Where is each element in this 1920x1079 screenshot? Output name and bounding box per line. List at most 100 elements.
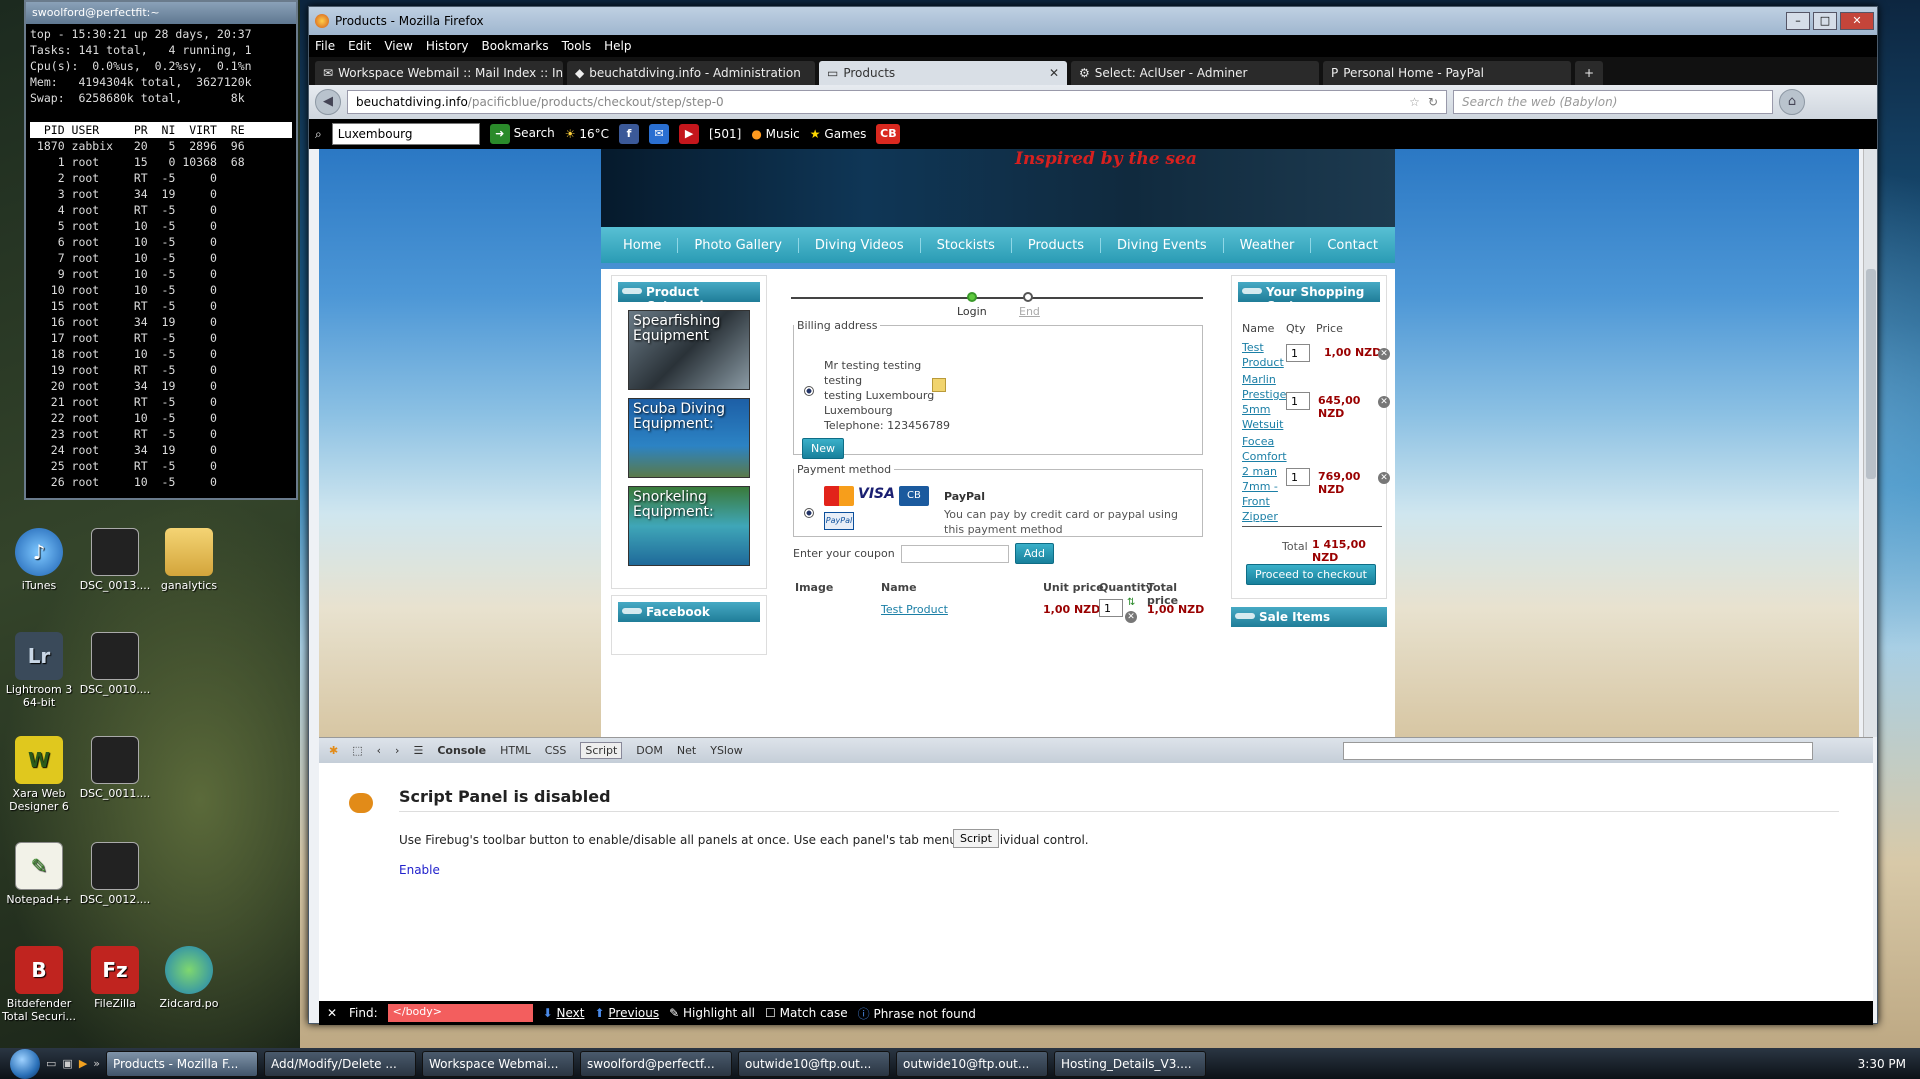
nav-stockists[interactable]: Stockists: [921, 237, 1012, 253]
cart-qty-input[interactable]: 1: [1286, 344, 1310, 362]
proceed-to-checkout-button[interactable]: Proceed to checkout: [1246, 564, 1376, 585]
firebug-tab-script[interactable]: Script: [580, 742, 623, 759]
edit-address-icon[interactable]: [932, 378, 946, 392]
mail-icon[interactable]: ✉: [649, 124, 670, 144]
remove-item-icon[interactable]: ✕: [1378, 396, 1390, 408]
taskbar-item-ftp-1[interactable]: outwide10@ftp.out...: [738, 1050, 891, 1077]
firebug-icon[interactable]: ✱: [329, 744, 338, 757]
nav-diving-events[interactable]: Diving Events: [1101, 237, 1224, 253]
desktop-icon-filezilla[interactable]: Fz FileZilla: [76, 946, 154, 1010]
add-coupon-button[interactable]: Add: [1014, 543, 1054, 564]
reload-icon[interactable]: ↻: [1428, 95, 1438, 109]
nav-diving-videos[interactable]: Diving Videos: [799, 237, 921, 253]
start-button[interactable]: [10, 1048, 40, 1079]
category-scuba[interactable]: Scuba Diving Equipment:: [628, 398, 750, 478]
desktop-icon-notepadpp[interactable]: ✎ Notepad++: [0, 842, 78, 906]
match-case-checkbox[interactable]: ☐ Match case: [765, 1006, 848, 1020]
media-icon[interactable]: ▶: [79, 1057, 87, 1070]
menu-edit[interactable]: Edit: [348, 39, 371, 53]
cart-item-link[interactable]: Test Product: [1242, 340, 1284, 370]
billing-radio[interactable]: [804, 386, 814, 396]
firefox-window[interactable]: Products - Mozilla Firefox – □ ✕ File Ed…: [308, 6, 1878, 1025]
facebook-icon[interactable]: f: [619, 124, 640, 144]
desktop-icon-dsc-0012[interactable]: DSC_0012....: [76, 842, 154, 906]
maximize-button[interactable]: □: [1813, 12, 1837, 30]
forward-icon[interactable]: ›: [395, 744, 399, 757]
system-clock[interactable]: 3:30 PM: [1858, 1057, 1906, 1071]
taskbar-item-add-modify[interactable]: Add/Modify/Delete ...: [264, 1050, 417, 1077]
games-button[interactable]: ★ Games: [810, 127, 867, 141]
desktop-icon-dsc-0010[interactable]: DSC_0010....: [76, 632, 154, 696]
tab-adminer[interactable]: ⚙ Select: AclUser - Adminer: [1071, 61, 1319, 85]
nav-home[interactable]: Home: [607, 237, 679, 253]
menu-tools[interactable]: Tools: [562, 39, 592, 53]
scrollbar-thumb[interactable]: [1866, 269, 1876, 479]
menu-file[interactable]: File: [315, 39, 335, 53]
quick-launch-icon[interactable]: ▣: [62, 1057, 72, 1070]
highlight-all-button[interactable]: ✎ Highlight all: [669, 1006, 755, 1020]
cart-qty-input[interactable]: 1: [1286, 468, 1310, 486]
magnifier-icon[interactable]: ⌕: [315, 127, 322, 142]
cb-icon[interactable]: CB: [876, 124, 901, 144]
new-address-button[interactable]: New: [802, 438, 844, 459]
quick-launch-more-icon[interactable]: »: [93, 1057, 100, 1070]
firebug-tab-html[interactable]: HTML: [500, 744, 531, 757]
show-desktop-icon[interactable]: ▭: [46, 1057, 56, 1070]
update-quantity-icon[interactable]: ⇅: [1127, 597, 1135, 608]
terminal-window[interactable]: swoolford@perfectfit:~ top - 15:30:21 up…: [24, 0, 298, 500]
weather-widget[interactable]: ☀ 16°C: [565, 127, 609, 141]
taskbar-item-firefox[interactable]: Products - Mozilla F...: [106, 1050, 259, 1077]
tab-administration[interactable]: ◆ beuchatdiving.info - Administration: [567, 61, 815, 85]
taskbar-item-hosting-details[interactable]: Hosting_Details_V3....: [1054, 1050, 1207, 1077]
tab-webmail[interactable]: ✉ Workspace Webmail :: Mail Index :: In..…: [315, 61, 563, 85]
menu-history[interactable]: History: [426, 39, 469, 53]
taskbar-item-webmail[interactable]: Workspace Webmai...: [422, 1050, 575, 1077]
remove-item-icon[interactable]: ✕: [1378, 348, 1390, 360]
url-bar[interactable]: beuchatdiving.info/pacificblue/products/…: [347, 90, 1447, 114]
web-search-input[interactable]: Search the web (Babylon): [1453, 90, 1773, 114]
find-input[interactable]: </body>: [387, 1004, 533, 1022]
youtube-icon[interactable]: ▶: [679, 124, 700, 144]
menu-bookmarks[interactable]: Bookmarks: [482, 39, 549, 53]
remove-row-icon[interactable]: ✕: [1125, 611, 1137, 623]
remove-item-icon[interactable]: ✕: [1378, 472, 1390, 484]
desktop-icon-ganalytics[interactable]: ganalytics: [150, 528, 228, 592]
toolbar-search-button[interactable]: ➜ Search: [489, 124, 555, 144]
desktop-icon-dsc-0011[interactable]: DSC_0011....: [76, 736, 154, 800]
desktop-icon-lightroom[interactable]: Lr Lightroom 3 64-bit: [0, 632, 78, 709]
cart-qty-input[interactable]: 1: [1286, 392, 1310, 410]
back-icon[interactable]: ‹: [377, 744, 381, 757]
payment-radio[interactable]: [804, 508, 814, 518]
location-select[interactable]: Luxembourg: [331, 123, 480, 145]
inspect-icon[interactable]: ⬚: [352, 744, 362, 757]
counter-widget[interactable]: [501]: [709, 127, 741, 141]
category-snorkeling[interactable]: Snorkeling Equipment:: [628, 486, 750, 566]
firebug-tab-yslow[interactable]: YSlow: [710, 744, 742, 757]
minimize-button[interactable]: –: [1786, 12, 1810, 30]
script-menu-button[interactable]: Script: [953, 829, 999, 848]
taskbar-item-ftp-2[interactable]: outwide10@ftp.out...: [896, 1050, 1049, 1077]
tab-products[interactable]: ▭ Products ✕: [819, 61, 1067, 85]
new-tab-button[interactable]: +: [1575, 61, 1603, 85]
coupon-input[interactable]: [900, 544, 1009, 563]
taskbar-item-terminal[interactable]: swoolford@perfectf...: [580, 1050, 733, 1077]
category-spearfishing[interactable]: Spearfishing Equipment: [628, 310, 750, 390]
nav-products[interactable]: Products: [1012, 237, 1102, 253]
nav-contact[interactable]: Contact: [1311, 238, 1394, 253]
firebug-tab-dom[interactable]: DOM: [636, 744, 663, 757]
desktop-icon-itunes[interactable]: ♪ iTunes: [0, 528, 78, 592]
desktop-icon-zidcard[interactable]: Zidcard.po: [150, 946, 228, 1010]
bookmark-star-icon[interactable]: ☆: [1409, 95, 1420, 109]
back-button[interactable]: ◀: [315, 89, 341, 115]
menu-icon[interactable]: ☰: [413, 744, 423, 757]
close-find-icon[interactable]: ✕: [327, 1006, 337, 1020]
firebug-tab-net[interactable]: Net: [677, 744, 696, 757]
close-window-button[interactable]: ✕: [1840, 12, 1874, 30]
menu-help[interactable]: Help: [604, 39, 631, 53]
find-next-button[interactable]: ⬇ Next: [543, 1006, 585, 1020]
cart-item-link[interactable]: Marlin Prestige 5mm Wetsuit: [1242, 372, 1286, 432]
nav-photo-gallery[interactable]: Photo Gallery: [678, 237, 799, 253]
desktop-icon-xara[interactable]: W Xara Web Designer 6: [0, 736, 78, 813]
firebug-tab-console[interactable]: Console: [437, 744, 486, 757]
enable-link[interactable]: Enable: [399, 863, 440, 877]
